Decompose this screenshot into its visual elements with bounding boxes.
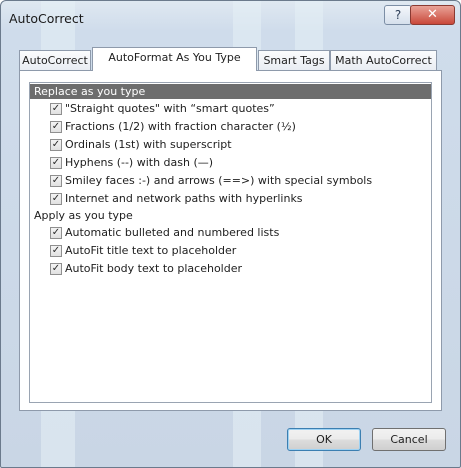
option-label: Internet and network paths with hyperlin… xyxy=(65,192,303,205)
tab-autocorrect[interactable]: AutoCorrect xyxy=(19,50,91,70)
option-label: AutoFit title text to placeholder xyxy=(65,244,237,257)
help-icon[interactable]: ? xyxy=(384,5,412,25)
options-list[interactable]: Replace as you type ✓ "Straight quotes" … xyxy=(29,82,432,403)
close-icon[interactable]: ✕ xyxy=(410,5,455,25)
group-header-apply-as-you-type[interactable]: Apply as you type xyxy=(30,208,133,223)
option-label: AutoFit body text to placeholder xyxy=(65,262,243,275)
tab-panel: Replace as you type ✓ "Straight quotes" … xyxy=(19,70,442,411)
tab-autoformat-as-you-type[interactable]: AutoFormat As You Type xyxy=(92,47,257,71)
checkbox-checked-icon[interactable]: ✓ xyxy=(50,227,62,239)
checkbox-checked-icon[interactable]: ✓ xyxy=(50,263,62,275)
tab-math-autocorrect[interactable]: Math AutoCorrect xyxy=(330,50,437,70)
checkbox-checked-icon[interactable]: ✓ xyxy=(50,157,62,169)
option-label: Smiley faces :-) and arrows (==>) with s… xyxy=(65,174,373,187)
option-label: Hyphens (--) with dash (—) xyxy=(65,156,214,169)
dialog-client-area: AutoCorrect AutoFormat As You Type Smart… xyxy=(8,35,451,459)
title-bar: AutoCorrect ? ✕ xyxy=(1,1,460,35)
window-title: AutoCorrect xyxy=(9,11,84,26)
checkbox-checked-icon[interactable]: ✓ xyxy=(50,193,62,205)
group-header-replace-as-you-type[interactable]: Replace as you type xyxy=(30,84,431,99)
checkbox-checked-icon[interactable]: ✓ xyxy=(50,139,62,151)
ok-button[interactable]: OK xyxy=(287,428,361,451)
option-label: Fractions (1/2) with fraction character … xyxy=(65,120,296,133)
checkbox-checked-icon[interactable]: ✓ xyxy=(50,245,62,257)
option-label: Automatic bulleted and numbered lists xyxy=(65,226,280,239)
option-label: Ordinals (1st) with superscript xyxy=(65,138,232,151)
checkbox-checked-icon[interactable]: ✓ xyxy=(50,175,62,187)
tab-smart-tags[interactable]: Smart Tags xyxy=(258,50,330,70)
checkbox-checked-icon[interactable]: ✓ xyxy=(50,103,62,115)
cancel-button[interactable]: Cancel xyxy=(372,428,446,451)
autocorrect-dialog: AutoCorrect ? ✕ AutoCorrect AutoFormat A… xyxy=(0,0,461,468)
checkbox-checked-icon[interactable]: ✓ xyxy=(50,121,62,133)
option-label: "Straight quotes" with “smart quotes” xyxy=(65,102,275,115)
